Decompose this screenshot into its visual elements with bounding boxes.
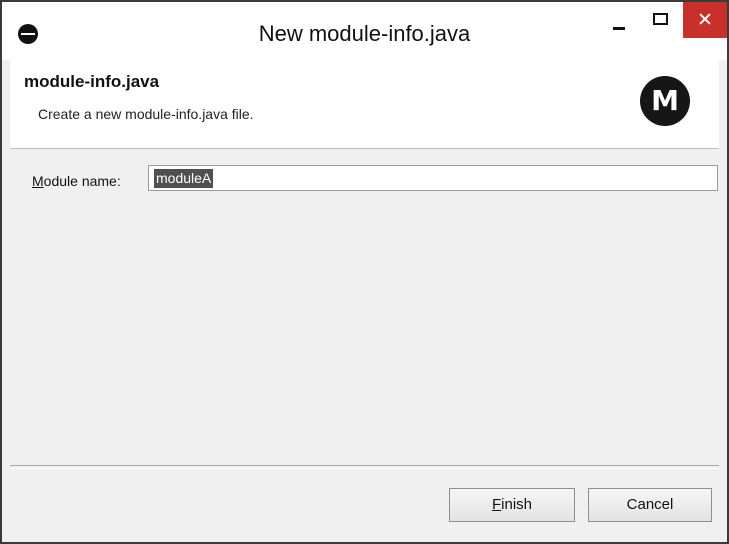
dialog-window: New module-info.java module-info.java Cr… xyxy=(0,0,729,544)
module-name-mnemonic: M xyxy=(32,173,44,189)
module-name-input[interactable]: moduleA xyxy=(148,165,718,191)
finish-button[interactable]: Finish xyxy=(449,488,575,522)
module-name-label-text: odule name: xyxy=(43,173,121,189)
finish-mnemonic: F xyxy=(491,496,502,513)
close-icon[interactable] xyxy=(683,2,727,38)
module-logo-icon: M xyxy=(640,76,690,126)
wizard-title: module-info.java xyxy=(24,72,160,91)
minimize-icon[interactable] xyxy=(598,2,642,38)
wizard-body: Module name: moduleA xyxy=(10,149,719,465)
finish-label: inish xyxy=(501,496,533,513)
wizard-description: Create a new module-info.java file. xyxy=(38,106,254,122)
wizard-header: module-info.java Create a new module-inf… xyxy=(10,60,719,149)
footer-separator xyxy=(10,465,719,469)
module-name-label: Module name: xyxy=(32,173,121,189)
title-bar[interactable]: New module-info.java xyxy=(2,2,727,60)
module-name-value[interactable]: moduleA xyxy=(154,169,214,188)
cancel-button[interactable]: Cancel xyxy=(588,488,712,522)
maximize-icon[interactable] xyxy=(642,2,682,38)
